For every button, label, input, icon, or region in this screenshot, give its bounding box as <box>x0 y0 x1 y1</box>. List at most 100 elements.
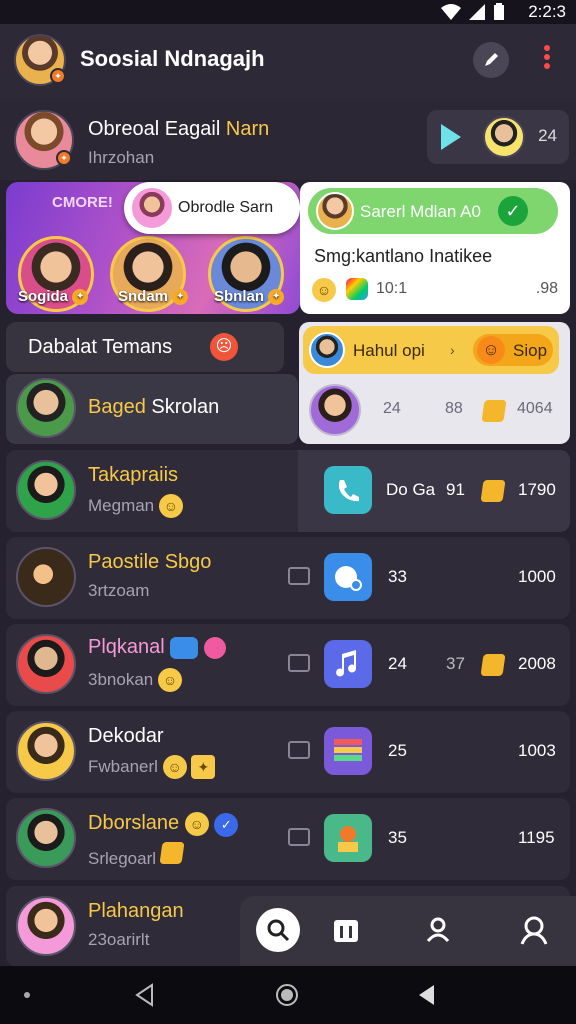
game-icon <box>346 278 368 300</box>
row-value: 2008 <box>518 654 556 673</box>
music-app-icon[interactable] <box>324 640 372 688</box>
avatar <box>132 188 172 228</box>
contacts-button[interactable] <box>416 908 460 952</box>
row-value: Do Ga <box>386 480 436 499</box>
smile-emoji-icon: ☺ <box>184 812 209 836</box>
media-preview-card[interactable]: 24 <box>427 110 569 164</box>
smile-emoji-icon: ☺ <box>162 755 187 779</box>
list-item[interactable]: Dborslane ☺ ✓ Srlegoarl 35 1195 <box>6 798 570 880</box>
row-value: 25 <box>388 741 407 760</box>
pencil-icon <box>485 53 498 66</box>
row-value: 1000 <box>518 567 556 586</box>
ball-icon <box>203 636 226 659</box>
list-item[interactable]: Takapraiis Megman ☺ Do Ga 91 1790 <box>6 450 570 532</box>
notification-card[interactable]: Sarerl Mdlan A0 ✓ Smg:kantlano Inatikee … <box>300 182 570 314</box>
name-chip[interactable]: Obrodle Sarn <box>124 182 300 234</box>
person-icon <box>426 917 450 943</box>
signal-icon <box>468 3 486 26</box>
avatar <box>16 460 76 520</box>
app-title: Soosial Ndnagajh <box>80 46 265 71</box>
calendar-button[interactable] <box>324 908 368 952</box>
edit-icon[interactable] <box>288 828 310 846</box>
row-value: 91 <box>446 480 465 499</box>
compose-button[interactable] <box>473 42 509 78</box>
chip-label: Obrodle Sarn <box>178 199 274 216</box>
avatar <box>16 378 76 438</box>
app-bar: ✦ Soosial Ndnagajh <box>0 24 576 100</box>
gold-icon <box>481 400 507 422</box>
battery-icon <box>492 3 506 26</box>
highlight-stat: 88 <box>445 400 463 417</box>
smile-emoji-icon: ☺ <box>312 278 336 302</box>
highlight-tag: ☺ Siop <box>473 334 553 366</box>
phone-app-icon[interactable] <box>324 466 372 514</box>
chat-name: Plqkanal <box>88 636 226 659</box>
list-item[interactable]: Dekodar Fwbanerl ☺ ✦ 25 1003 <box>6 711 570 793</box>
home-icon[interactable] <box>274 982 300 1008</box>
story-name: Sbnlan ✦ <box>214 288 285 306</box>
books-app-icon[interactable] <box>324 727 372 775</box>
avatar <box>16 808 76 868</box>
list-item[interactable]: Paostile Sbgo 3rtzoam 33 1000 <box>6 537 570 619</box>
wifi-icon <box>440 3 462 26</box>
user-icon <box>520 916 548 945</box>
stories-label: CMORE! <box>52 194 113 211</box>
angry-emoji-icon: ☹ <box>210 333 238 361</box>
game-app-icon[interactable] <box>324 814 372 862</box>
gold-icon <box>159 842 185 864</box>
chat-name: Dborslane ☺ ✓ <box>88 812 239 837</box>
chat-subtitle: 3rtzoam <box>88 581 150 600</box>
chevron-right-icon: › <box>450 342 455 358</box>
media-count: 24 <box>538 126 557 145</box>
chat-name-highlight: Narn <box>225 118 270 140</box>
status-icons <box>440 3 506 26</box>
highlight-header: Hahul opi › ☺ Siop <box>303 326 559 374</box>
section-header[interactable]: Dabalat Temans ☹ <box>6 322 284 372</box>
avatar <box>16 896 76 956</box>
row-value: 33 <box>388 567 407 586</box>
highlight-stat: 24 <box>383 400 401 417</box>
pinned-chat-row[interactable]: ✦ Obreoal Eagail Narn Ihrzohan 24 <box>0 100 576 180</box>
avatar <box>16 634 76 694</box>
search-icon <box>267 919 290 942</box>
chat-subtitle: Fwbanerl ☺ ✦ <box>88 755 216 779</box>
avatar <box>309 384 361 436</box>
more-menu-button[interactable] <box>538 42 556 78</box>
list-item[interactable]: Baged Skrolan <box>6 374 298 444</box>
row-value: 1003 <box>518 741 556 760</box>
chat-subtitle: Ihrzohan <box>88 148 155 167</box>
bottom-navigation <box>240 896 576 966</box>
section-title: Dabalat Temans <box>28 336 173 358</box>
notification-text: Smg:kantlano Inatikee <box>314 246 493 266</box>
status-badge-icon: ✦ <box>56 150 72 166</box>
highlight-stat: 4064 <box>517 400 553 417</box>
recents-icon[interactable] <box>414 982 440 1008</box>
edit-icon[interactable] <box>288 741 310 759</box>
row-value: 37 <box>446 654 465 673</box>
avatar <box>483 116 525 158</box>
list-item[interactable]: Plqkanal 3bnokan ☺ 24 37 2008 <box>6 624 570 706</box>
profile-button[interactable] <box>512 908 556 952</box>
story-name: Sogida ✦ <box>18 288 89 306</box>
notification-title: Sarerl Mdlan A0 <box>360 202 481 221</box>
cloud-app-icon[interactable] <box>324 553 372 601</box>
notification-time: .98 <box>535 280 558 297</box>
search-button[interactable] <box>256 908 300 952</box>
chat-subtitle: 23oarirlt <box>88 930 150 949</box>
edit-icon[interactable] <box>288 567 310 585</box>
check-icon: ✓ <box>498 196 528 226</box>
dot-icon <box>24 992 30 998</box>
story-name: Sndam ✦ <box>118 288 189 306</box>
badge-icon: ✓ <box>214 813 239 837</box>
highlight-card[interactable]: Hahul opi › ☺ Siop 24 88 4064 <box>299 322 570 444</box>
row-value: 1790 <box>518 480 556 499</box>
avatar <box>316 192 354 230</box>
notification-header: Sarerl Mdlan A0 ✓ <box>308 188 558 234</box>
chat-name: Obreoal Eagail Narn <box>88 118 269 141</box>
avatar <box>16 547 76 607</box>
edit-icon[interactable] <box>288 654 310 672</box>
smile-emoji-icon: ☺ <box>157 668 182 692</box>
play-icon[interactable] <box>441 124 461 150</box>
chat-subtitle: Megman ☺ <box>88 494 183 518</box>
back-icon[interactable] <box>132 982 158 1008</box>
